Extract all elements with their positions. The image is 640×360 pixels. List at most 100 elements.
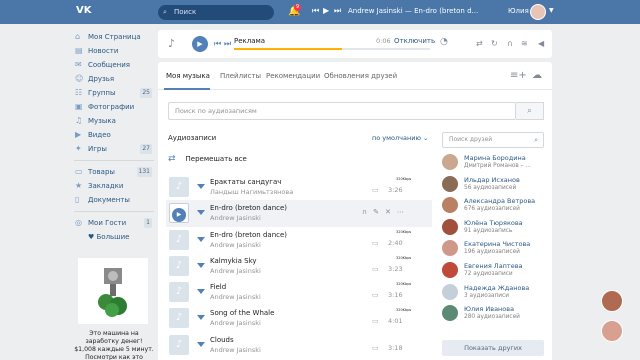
- friend-item[interactable]: Марина Бородина Дмитрий Романов – ...: [442, 152, 552, 174]
- upload-icon[interactable]: ☁: [532, 70, 542, 81]
- track-title[interactable]: Ерактаты сандугач: [210, 178, 281, 186]
- track-row[interactable]: ▶ En-dro (breton dance) Andrew Jasinski ∩✎✕…: [166, 200, 432, 227]
- tab-recommendations[interactable]: Рекомендации: [266, 72, 320, 80]
- ad-text[interactable]: Это машина на заработку денег! $1,008 ка…: [74, 330, 154, 360]
- tab-my-music[interactable]: Моя музыка: [166, 72, 210, 80]
- disable-ads-link[interactable]: Отключить: [394, 37, 435, 45]
- sidebar-item[interactable]: ▭ Товары 131: [74, 165, 154, 179]
- prev-icon[interactable]: ⏮: [214, 39, 221, 49]
- track-title[interactable]: Song of the Whale: [210, 309, 274, 317]
- download-icon[interactable]: ▭: [372, 239, 379, 247]
- sidebar-item[interactable]: ▤ Новости: [74, 44, 154, 58]
- friend-audio-count[interactable]: 3 аудиозаписи: [464, 293, 509, 299]
- user-name[interactable]: Юлия: [508, 7, 529, 15]
- friend-avatar[interactable]: [442, 154, 458, 170]
- track-artist[interactable]: Andrew Jasinski: [210, 267, 261, 275]
- friend-item[interactable]: Юлия Иванова 280 аудиозаписей: [442, 303, 552, 325]
- track-play-button[interactable]: ▶: [169, 203, 189, 224]
- sidebar-item[interactable]: ✉ Сообщения: [74, 58, 154, 72]
- friend-item[interactable]: Екатерина Чистова 196 аудиозаписей: [442, 238, 552, 260]
- show-more-friends-button[interactable]: Показать других: [442, 340, 544, 356]
- download-icon[interactable]: ▭: [372, 317, 379, 325]
- track-row[interactable]: ♪ Clouds Andrew Jasinski ▭ 3:18: [166, 332, 432, 358]
- caret-icon[interactable]: [197, 262, 205, 268]
- friend-item[interactable]: Надежда Жданова 3 аудиозаписи: [442, 282, 552, 304]
- track-row[interactable]: ♪ Song of the Whale Andrew Jasinski 320Kbps…: [166, 305, 432, 331]
- friend-avatar[interactable]: [442, 283, 458, 300]
- broadcast-icon[interactable]: ≋: [521, 39, 528, 48]
- shuffle-icon[interactable]: ⇄: [476, 39, 483, 48]
- sidebar-item[interactable]: ♫ Музыка: [74, 114, 154, 128]
- track-row[interactable]: ♪ Ерактаты сандугач Ландыш Нагимьтзянова 32…: [166, 174, 432, 200]
- friend-item[interactable]: Евгения Лаптева 72 аудиозаписи: [442, 260, 552, 282]
- music-note-icon[interactable]: ♪: [169, 308, 189, 329]
- caret-icon[interactable]: [197, 184, 205, 189]
- now-playing-title[interactable]: Andrew Jasinski — En-dro (breton d...: [348, 7, 478, 15]
- track-actions[interactable]: ∩✎✕⋯: [362, 208, 410, 216]
- caret-icon[interactable]: [197, 236, 205, 242]
- sidebar-item[interactable]: ▯ Документы: [74, 193, 154, 207]
- track-artist[interactable]: Andrew Jasinski: [210, 346, 261, 354]
- friend-name[interactable]: Евгения Лаптева: [464, 262, 523, 270]
- track-row[interactable]: ♪ Field Andrew Jasinski 320Kbps ▭ 3:16: [166, 279, 432, 305]
- track-title[interactable]: Clouds: [210, 336, 234, 344]
- repeat-icon[interactable]: ↻: [491, 39, 498, 48]
- friend-avatar[interactable]: [442, 218, 458, 235]
- headphones-icon[interactable]: ∩: [507, 39, 513, 48]
- sidebar-item[interactable]: ▶ Видео: [74, 128, 154, 142]
- friend-audio-count[interactable]: 91 аудиозапись: [464, 228, 512, 234]
- audio-search-button[interactable]: ⌕: [516, 102, 544, 120]
- download-icon[interactable]: ▭: [372, 186, 379, 194]
- caret-icon[interactable]: [197, 315, 205, 321]
- friend-name[interactable]: Екатерина Чистова: [464, 240, 530, 248]
- friend-audio-count[interactable]: 676 аудиозаписей: [464, 206, 520, 212]
- download-icon[interactable]: ▭: [372, 291, 379, 299]
- friend-name[interactable]: Ильдар Исханов: [464, 176, 520, 184]
- audio-search-input[interactable]: Поиск по аудиозаписям: [168, 102, 516, 120]
- friend-avatar[interactable]: [442, 175, 458, 192]
- friend-avatar[interactable]: [442, 305, 458, 322]
- sidebar-item[interactable]: ✦ Игры 27: [74, 142, 154, 156]
- music-note-icon[interactable]: ♪: [169, 282, 189, 303]
- sidebar-item[interactable]: ♥ Большие: [74, 230, 154, 244]
- friend-name[interactable]: Юлёна Тюрякова: [464, 219, 523, 227]
- friends-search-input[interactable]: Поиск друзей ⌕: [442, 132, 544, 148]
- track-artist[interactable]: Andrew Jasinski: [210, 241, 261, 249]
- sidebar-item[interactable]: ☺ Друзья: [74, 72, 154, 86]
- play-button[interactable]: ▶: [192, 36, 208, 52]
- track-artist[interactable]: Ландыш Нагимьтзянова: [210, 188, 293, 196]
- friend-audio-count[interactable]: 196 аудиозаписей: [464, 249, 520, 255]
- track-row[interactable]: ♪ En-dro (breton dance) Andrew Jasinski 320…: [166, 227, 432, 253]
- chevron-down-icon[interactable]: ▼: [549, 7, 554, 14]
- friend-name[interactable]: Марина Бородина: [464, 154, 526, 162]
- track-artist[interactable]: Andrew Jasinski: [210, 214, 261, 222]
- tab-friends-updates[interactable]: Обновления друзей: [324, 72, 397, 80]
- vk-logo[interactable]: VK: [76, 5, 92, 19]
- ad-banner[interactable]: [78, 258, 148, 324]
- track-title[interactable]: Field: [210, 283, 226, 291]
- play-icon[interactable]: ▶: [323, 6, 329, 15]
- friend-item[interactable]: Юлёна Тюрякова 91 аудиозапись: [442, 217, 552, 239]
- friend-name[interactable]: Юлия Иванова: [464, 305, 514, 313]
- chat-avatar[interactable]: [601, 320, 623, 342]
- caret-icon[interactable]: [197, 210, 205, 216]
- music-note-icon[interactable]: ♪: [169, 334, 189, 355]
- track-artist[interactable]: Andrew Jasinski: [210, 293, 261, 301]
- sidebar-item[interactable]: ▣ Фотографии: [74, 100, 154, 114]
- download-icon[interactable]: ▭: [372, 265, 379, 273]
- volume-icon[interactable]: ◔: [440, 37, 448, 47]
- friend-avatar[interactable]: [442, 261, 458, 278]
- friend-audio-count[interactable]: Дмитрий Романов – ...: [464, 163, 531, 169]
- music-note-icon[interactable]: ♪: [169, 229, 189, 250]
- shuffle-all-button[interactable]: ⇄ Перемешать все: [168, 154, 247, 164]
- chat-avatar[interactable]: [601, 290, 623, 312]
- track-title[interactable]: Kalmykia Sky: [210, 257, 257, 265]
- tab-playlists[interactable]: Плейлисты: [220, 72, 261, 80]
- add-playlist-icon[interactable]: ≡+: [510, 70, 527, 81]
- music-note-icon[interactable]: ♪: [169, 177, 189, 197]
- prev-track-icon[interactable]: ⏮: [312, 6, 319, 16]
- friend-name[interactable]: Александра Ветрова: [464, 197, 535, 205]
- global-search-input[interactable]: ⌕ Поиск: [158, 5, 274, 20]
- track-title[interactable]: En-dro (breton dance): [210, 231, 287, 239]
- download-icon[interactable]: ▭: [372, 344, 379, 352]
